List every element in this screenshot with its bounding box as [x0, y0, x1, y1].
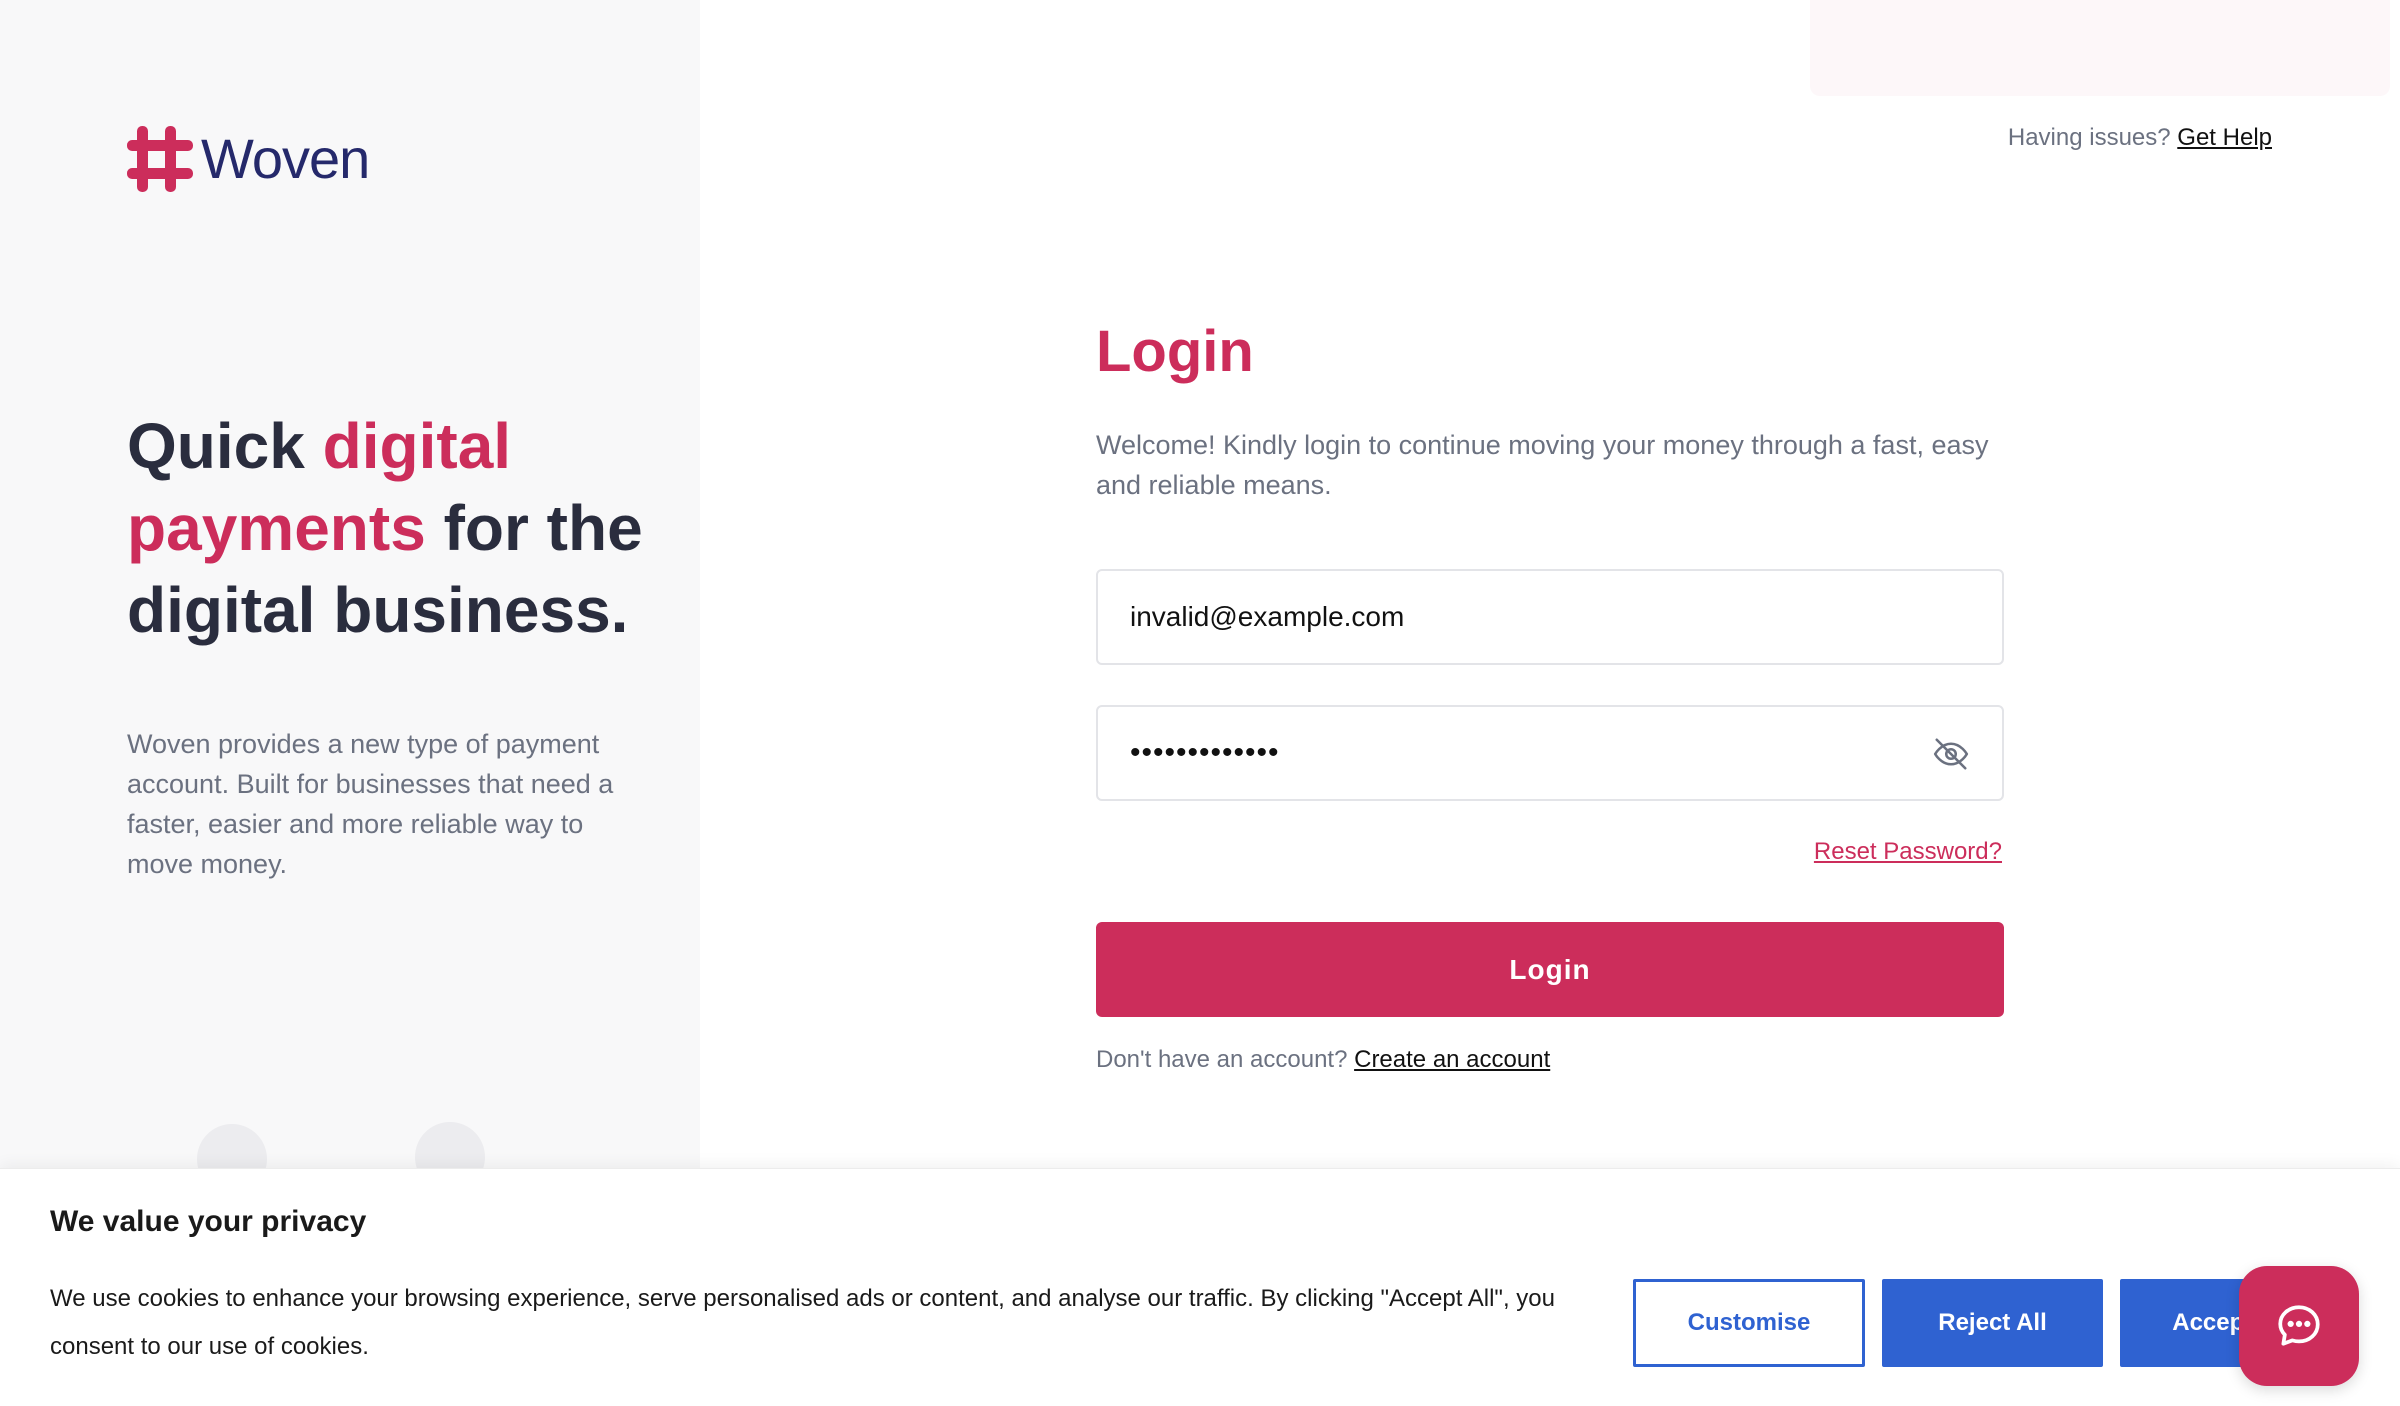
woven-logo[interactable]: Woven — [127, 126, 370, 192]
email-input[interactable] — [1130, 601, 1970, 633]
help-prompt: Having issues? Get Help — [2008, 124, 2272, 152]
hero-description: Woven provides a new type of payment acc… — [127, 729, 614, 879]
cookie-banner-text: We use cookies to enhance your browsing … — [50, 1285, 1555, 1360]
signup-prompt: Don't have an account? Create an account — [1096, 1046, 1550, 1074]
woven-logo-mark — [127, 126, 193, 192]
hero-headline: Quick digital payments for the digital b… — [127, 405, 647, 651]
reject-all-button[interactable]: Reject All — [1882, 1279, 2103, 1367]
cookie-banner-title: We value your privacy — [50, 1205, 367, 1238]
help-prompt-text: Having issues? — [2007, 124, 2171, 151]
logo-wordmark: Woven — [201, 127, 370, 190]
password-input[interactable] — [1130, 736, 1970, 770]
login-title: Login — [1096, 319, 1254, 384]
email-field[interactable] — [1096, 569, 2004, 665]
cookie-banner: We value your privacy We use cookies to … — [0, 1168, 2400, 1406]
create-account-link[interactable]: Create an account — [1354, 1046, 1550, 1073]
signup-prompt-text: Don't have an account? — [1096, 1046, 1348, 1073]
faded-notification — [1810, 0, 2390, 96]
get-help-link[interactable]: Get Help — [2177, 124, 2272, 151]
password-field[interactable] — [1096, 705, 2004, 801]
chat-launcher-button[interactable] — [2239, 1266, 2359, 1386]
eye-slash-icon[interactable] — [1932, 735, 1970, 773]
reset-password-link[interactable]: Reset Password? — [1814, 838, 2002, 866]
customise-button[interactable]: Customise — [1633, 1279, 1865, 1367]
login-button[interactable]: Login — [1096, 922, 2004, 1017]
hero-headline-part1: Quick — [127, 410, 323, 482]
chat-bubble-icon — [2278, 1305, 2320, 1346]
welcome-text: Welcome! Kindly login to continue moving… — [1096, 430, 1989, 500]
